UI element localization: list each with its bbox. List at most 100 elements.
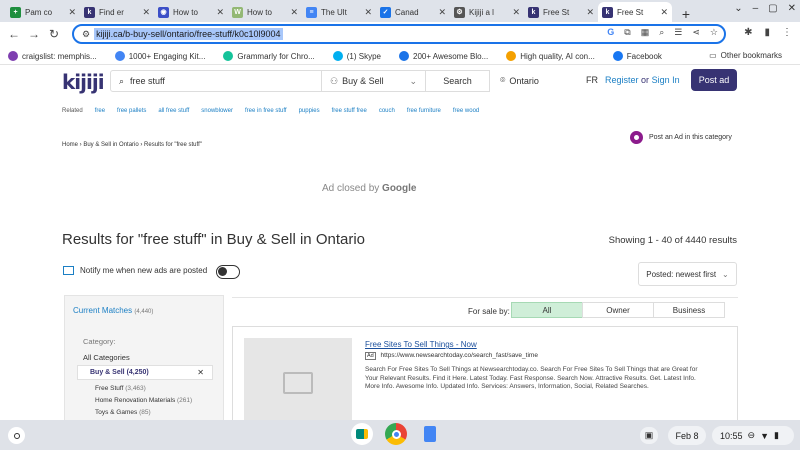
related-search-link[interactable]: free <box>95 108 105 114</box>
location-selector[interactable]: ⌾ Ontario <box>500 75 539 86</box>
new-tab-button[interactable]: + <box>676 6 696 22</box>
close-tab-icon[interactable]: ✕ <box>142 7 150 18</box>
browser-tab[interactable]: ≡ The Ult ✕ <box>302 2 376 22</box>
browser-tab[interactable]: + Pam co ✕ <box>6 2 80 22</box>
browser-tab[interactable]: k Free St ✕ <box>598 2 672 22</box>
bookmark-label: Facebook <box>626 51 662 61</box>
language-toggle[interactable]: FR <box>586 75 598 85</box>
close-tab-icon[interactable]: ✕ <box>290 7 298 18</box>
back-icon[interactable]: ← <box>4 27 24 41</box>
google-meet-icon[interactable] <box>351 423 373 445</box>
tab-title: Kijiji a l <box>469 7 494 17</box>
category-select[interactable]: ⚇ Buy & Sell ⌄ <box>322 70 426 92</box>
menu-icon[interactable]: ⋮ <box>782 27 792 38</box>
related-search-link[interactable]: free pallets <box>117 108 146 114</box>
launcher-button[interactable] <box>8 427 25 444</box>
selected-category[interactable]: Buy & Sell (4,250) ✕ <box>77 365 213 380</box>
related-search-link[interactable]: snowblower <box>201 108 233 114</box>
bookmark-star-icon[interactable]: ☆ <box>710 27 718 38</box>
browser-tab[interactable]: W How to ✕ <box>228 2 302 22</box>
clock: 10:55 <box>720 430 743 441</box>
bookmark-item[interactable]: High quality, AI con... <box>506 51 595 61</box>
bookmark-favicon-icon <box>506 51 517 61</box>
wifi-icon: ▼ <box>760 430 769 441</box>
forward-icon[interactable]: → <box>24 27 44 41</box>
post-in-category-link[interactable]: Post an Ad in this category <box>630 131 732 144</box>
browser-tab[interactable]: k Find er ✕ <box>80 2 154 22</box>
subcategory-link[interactable]: Free Stuff (3,463) <box>95 385 146 392</box>
ad-url-text[interactable]: https://www.newsearchtoday.co/search_fas… <box>381 352 538 359</box>
subcategory-link[interactable]: Home Renovation Materials (261) <box>95 397 192 404</box>
search-button[interactable]: Search <box>426 70 490 92</box>
docs-icon: ≡ <box>306 6 317 18</box>
minimize-icon[interactable]: – <box>753 3 759 14</box>
browser-tab[interactable]: ⚙ Kijiji a l ✕ <box>450 2 524 22</box>
browser-tab[interactable]: ✓ Canad ✕ <box>376 2 450 22</box>
maximize-icon[interactable]: ▢ <box>768 3 777 14</box>
bookmark-item[interactable]: craigslist: memphis... <box>8 51 97 61</box>
google-lens-icon[interactable]: G <box>607 27 614 38</box>
close-tab-icon[interactable]: ✕ <box>512 7 520 18</box>
kijiji-logo[interactable]: kijiji <box>62 70 105 94</box>
status-tray[interactable]: 10:55 ⊖ ▼ ▮ <box>712 426 794 445</box>
chevron-down-icon[interactable]: ⌄ <box>734 3 742 14</box>
extensions-icon[interactable]: ✱ <box>744 27 752 38</box>
related-search-link[interactable]: free wood <box>453 108 479 114</box>
related-search-link[interactable]: puppies <box>299 108 320 114</box>
close-tab-icon[interactable]: ✕ <box>364 7 372 18</box>
seller-type-business[interactable]: Business <box>653 302 725 318</box>
breadcrumb[interactable]: Home › Buy & Sell in Ontario › Results f… <box>62 142 202 148</box>
register-link[interactable]: Register <box>605 75 639 85</box>
close-tab-icon[interactable]: ✕ <box>438 7 446 18</box>
address-url[interactable]: kijiji.ca/b-buy-sell/ontario/free-stuff/… <box>94 28 283 40</box>
translate-icon[interactable]: ☰ <box>674 27 682 38</box>
bookmark-item[interactable]: 200+ Awesome Blo... <box>399 51 488 61</box>
post-ad-button[interactable]: Post ad <box>691 69 737 91</box>
date-display[interactable]: Feb 8 <box>668 426 706 445</box>
sort-select[interactable]: Posted: newest first ⌄ <box>638 262 737 286</box>
qr-code-icon[interactable]: ▦ <box>641 27 650 38</box>
search-box[interactable]: ⌕ <box>110 70 322 92</box>
notify-row: Notify me when new ads are posted <box>63 266 207 275</box>
sign-in-link[interactable]: Sign In <box>652 75 680 85</box>
related-search-link[interactable]: free stuff free <box>332 108 367 114</box>
close-tab-icon[interactable]: ✕ <box>586 7 594 18</box>
seller-type-all[interactable]: All <box>511 302 583 318</box>
side-panel-icon[interactable]: ▮ <box>764 27 770 38</box>
bookmark-item[interactable]: 1000+ Engaging Kit... <box>114 51 205 61</box>
google-docs-icon[interactable] <box>419 423 441 445</box>
notify-toggle[interactable] <box>216 265 240 279</box>
browser-tab[interactable]: ◉ How to ✕ <box>154 2 228 22</box>
related-search-link[interactable]: free in free stuff <box>245 108 287 114</box>
close-icon[interactable]: ✕ <box>788 3 796 14</box>
related-search-link[interactable]: all free stuff <box>158 108 189 114</box>
close-tab-icon[interactable]: ✕ <box>660 7 668 18</box>
all-categories-link[interactable]: All Categories <box>83 353 130 362</box>
share-icon[interactable]: ⋖ <box>692 27 700 38</box>
tab-title: How to <box>247 7 272 17</box>
site-info-icon[interactable]: ⚙ <box>82 29 90 40</box>
ad-url: Ad https://www.newsearchtoday.co/search_… <box>365 352 538 360</box>
bookmark-item[interactable]: (1) Skype <box>332 51 381 61</box>
ad-title[interactable]: Free Sites To Sell Things - Now <box>365 340 477 349</box>
clipboard-icon[interactable]: ▣ <box>640 427 658 444</box>
seller-type-owner[interactable]: Owner <box>582 302 654 318</box>
close-tab-icon[interactable]: ✕ <box>68 7 76 18</box>
tab-strip: + Pam co ✕ k Find er ✕ ◉ How to ✕ W How to … <box>0 0 800 22</box>
close-tab-icon[interactable]: ✕ <box>216 7 224 18</box>
search-input[interactable] <box>130 76 301 86</box>
chrome-icon[interactable] <box>385 423 407 445</box>
zoom-icon[interactable]: ⌕ <box>659 27 664 38</box>
related-search-link[interactable]: couch <box>379 108 395 114</box>
cast-icon[interactable]: ⧉ <box>624 27 630 38</box>
address-bar[interactable]: ⚙ kijiji.ca/b-buy-sell/ontario/free-stuf… <box>72 24 726 44</box>
related-search-link[interactable]: free furniture <box>407 108 441 114</box>
bookmark-item[interactable]: Grammarly for Chro... <box>223 51 315 61</box>
subcategory-link[interactable]: Toys & Games (85) <box>95 409 151 416</box>
ad-image-placeholder[interactable] <box>244 338 352 428</box>
browser-tab[interactable]: k Free St ✕ <box>524 2 598 22</box>
bookmark-item[interactable]: Facebook <box>612 51 662 61</box>
remove-filter-icon[interactable]: ✕ <box>197 368 204 377</box>
reload-icon[interactable]: ↻ <box>44 27 64 41</box>
other-bookmarks[interactable]: ▭ Other bookmarks <box>709 51 782 60</box>
